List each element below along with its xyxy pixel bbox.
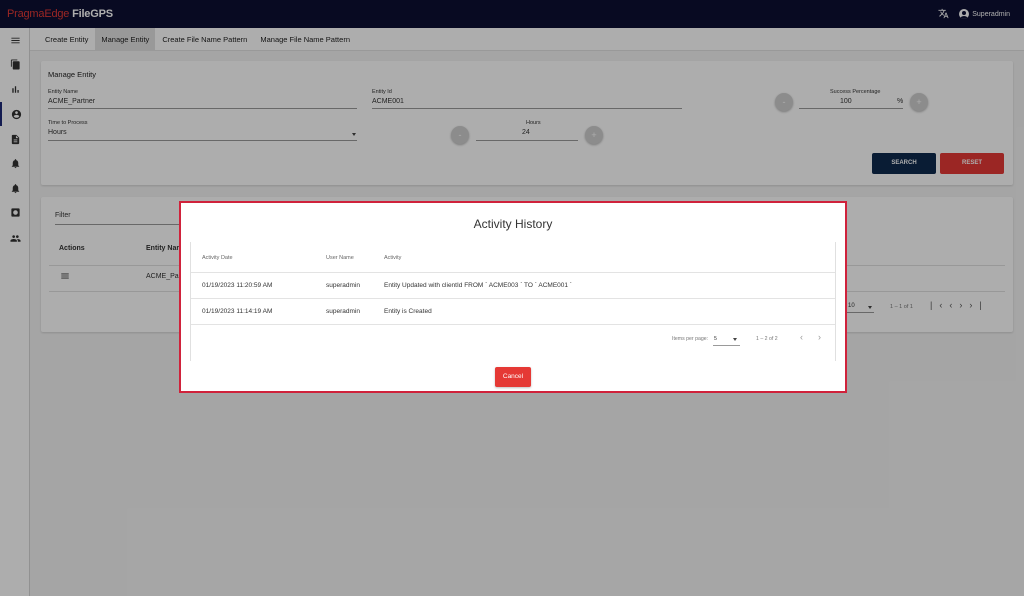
cell-user-name: superadmin: [326, 282, 360, 289]
column-header-user-name: User Name: [326, 255, 354, 261]
cell-activity: Entity is Created: [384, 308, 432, 315]
activity-table: Activity Date User Name Activity 01/19/2…: [190, 242, 836, 361]
items-per-page-underline: [713, 345, 740, 346]
previous-page-icon[interactable]: ‹: [800, 332, 803, 342]
next-page-icon[interactable]: ›: [818, 332, 821, 342]
cell-activity-date: 01/19/2023 11:14:19 AM: [202, 308, 273, 315]
column-header-activity-date: Activity Date: [202, 255, 233, 261]
cancel-button[interactable]: Cancel: [495, 367, 531, 387]
dialog-title: Activity History: [473, 217, 553, 231]
items-per-page-label: Items per page:: [672, 336, 709, 342]
table-row: 01/19/2023 11:14:19 AM superadmin Entity…: [191, 299, 835, 325]
cell-activity: Entity Updated with clientId FROM ` ACME…: [384, 282, 572, 289]
column-header-activity: Activity: [384, 255, 402, 261]
activity-history-dialog: Activity History Activity Date User Name…: [179, 201, 847, 393]
table-row: 01/19/2023 11:20:59 AM superadmin Entity…: [191, 273, 835, 299]
dialog-range-label: 1 – 2 of 2: [756, 336, 778, 342]
cell-activity-date: 01/19/2023 11:20:59 AM: [202, 282, 273, 289]
activity-table-header: Activity Date User Name Activity: [191, 242, 835, 273]
items-per-page-select[interactable]: 5: [714, 336, 717, 342]
chevron-down-icon[interactable]: [733, 338, 737, 341]
cell-user-name: superadmin: [326, 308, 360, 315]
